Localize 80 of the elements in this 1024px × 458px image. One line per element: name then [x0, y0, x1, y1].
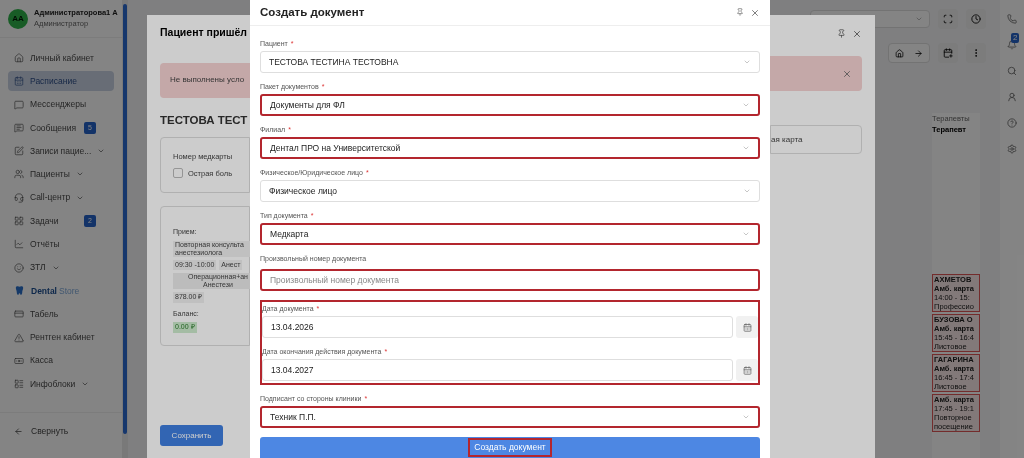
- calendar-icon: [14, 76, 24, 87]
- close-icon[interactable]: [842, 68, 852, 79]
- input-field[interactable]: Произвольный номер документа: [260, 269, 760, 291]
- create-document-button[interactable]: Создать документ: [260, 437, 760, 458]
- sidebar-item[interactable]: Личный кабинет: [8, 48, 114, 68]
- notification-badge: 2: [1011, 33, 1020, 43]
- sidebar-item[interactable]: Расписание: [8, 71, 114, 92]
- scan-button[interactable]: [938, 9, 958, 29]
- settings-icon[interactable]: [1007, 144, 1017, 154]
- clock-button[interactable]: [966, 9, 986, 29]
- sidebar-item[interactable]: Записи пацие...: [8, 141, 114, 162]
- chevron-icon: [742, 144, 750, 152]
- alert-banner: Не выполнены усло: [160, 62, 250, 98]
- sidebar-item[interactable]: Табель: [8, 304, 114, 325]
- close-icon[interactable]: [750, 7, 760, 18]
- clock-icon: [971, 14, 981, 24]
- users-icon: [14, 169, 24, 180]
- sidebar-item[interactable]: Рентген кабинет: [8, 327, 114, 348]
- sidebar-item[interactable]: Call-центр: [8, 187, 114, 208]
- home-icon[interactable]: [895, 48, 904, 58]
- user-icon[interactable]: [1007, 92, 1017, 102]
- help-icon[interactable]: [1007, 118, 1017, 128]
- chevron-icon: [743, 187, 751, 195]
- chevron-icon: [915, 15, 923, 23]
- chevron-icon: [742, 230, 750, 238]
- pin-icon[interactable]: [736, 7, 744, 16]
- select-field[interactable]: ТЕСТОВА ТЕСТИНА ТЕСТОВНА: [260, 51, 760, 73]
- select-field[interactable]: Физическое лицо: [260, 180, 760, 202]
- pen-icon: [14, 146, 24, 157]
- calendar-plus-icon: [943, 48, 953, 58]
- arrow-right-icon[interactable]: [914, 48, 923, 58]
- save-button[interactable]: Сохранить: [160, 425, 223, 446]
- chat-icon: [14, 99, 24, 110]
- calendar-button[interactable]: [736, 359, 758, 381]
- message-icon: [14, 122, 24, 133]
- arrow-left-icon: [14, 427, 23, 437]
- sidebar-item[interactable]: Отчёты: [8, 234, 114, 255]
- search-icon[interactable]: [1007, 66, 1017, 76]
- dialog-title: Пациент пришёл: [160, 25, 248, 40]
- more-button[interactable]: [966, 43, 986, 63]
- calendar-button[interactable]: [736, 316, 758, 338]
- bell-icon[interactable]: [1007, 40, 1017, 50]
- cash-icon: [14, 355, 24, 366]
- calendar-icon: [742, 365, 752, 375]
- button-highlight-frame: Создать документ: [468, 438, 552, 457]
- tooth-logo-icon: [14, 285, 25, 297]
- pin-icon[interactable]: [837, 29, 846, 38]
- sidebar-item[interactable]: Мессенджеры: [8, 94, 114, 115]
- select-field[interactable]: Дентал ПРО на Университетской: [260, 137, 760, 159]
- select-field[interactable]: Техник П.П.: [260, 406, 760, 428]
- close-icon[interactable]: [852, 29, 862, 39]
- collapse-link[interactable]: Свернуть: [31, 425, 69, 438]
- add-event-button[interactable]: [938, 43, 958, 63]
- card-type-text: ая карта: [771, 133, 803, 146]
- modal-title: Создать документ: [260, 4, 366, 20]
- select-field[interactable]: Документы для ФЛ: [260, 94, 760, 116]
- date-field[interactable]: 13.04.2026: [262, 316, 733, 338]
- checkbox[interactable]: [173, 168, 183, 179]
- sidebar-item[interactable]: Инфоблоки: [8, 374, 114, 395]
- select-field[interactable]: Медкарта: [260, 223, 760, 245]
- date-field[interactable]: 13.04.2027: [262, 359, 733, 381]
- card-icon: [14, 309, 24, 320]
- chevron-icon: [742, 101, 750, 109]
- calendar-icon: [742, 322, 752, 332]
- sidebar-item[interactable]: Dental Store: [8, 280, 114, 301]
- sidebar-item[interactable]: Пациенты: [8, 164, 114, 185]
- chevron-icon: [742, 413, 750, 421]
- phone-icon[interactable]: [1007, 14, 1017, 24]
- home-icon: [14, 53, 24, 63]
- list-icon: [14, 379, 24, 390]
- sidebar-item[interactable]: Касса: [8, 350, 114, 371]
- sidebar-item[interactable]: ЗТЛ: [8, 257, 114, 278]
- chevron-icon: [743, 58, 751, 66]
- avatar[interactable]: AA: [8, 8, 28, 29]
- warning-icon: [14, 332, 24, 343]
- grid-icon: [14, 216, 24, 227]
- chart-icon: [14, 239, 24, 250]
- headset-icon: [14, 192, 24, 203]
- patient-heading: ТЕСТОВА ТЕСТ: [160, 112, 249, 128]
- scan-icon: [943, 14, 953, 24]
